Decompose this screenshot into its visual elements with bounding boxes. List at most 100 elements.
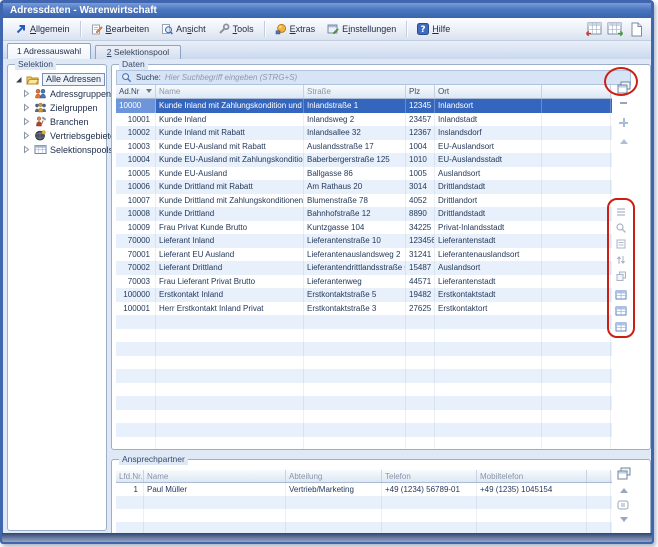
empty-row[interactable] [116,342,612,356]
table-row[interactable]: 10004Kunde EU-Ausland mit Zahlungskondit… [116,153,612,167]
column-header[interactable]: Telefon [382,470,477,482]
table-row[interactable]: 70001Lieferant EU AuslandLieferantenausl… [116,248,612,262]
new-document-icon[interactable] [629,22,643,37]
tree-item-vertriebsgebiete[interactable]: Vertriebsgebiete [22,129,115,142]
empty-cell [304,329,406,343]
tree-item-alle-adressen[interactable]: Alle Adressen [14,73,105,86]
tree-root-label[interactable]: Alle Adressen [42,73,105,86]
search-input[interactable]: Suche: Hier Suchbegriff eingeben (STRG+S… [116,70,631,85]
empty-cell [477,496,587,509]
tree-item-adressgruppen[interactable]: Adressgruppen [22,87,111,100]
table-row[interactable]: 70003Frau Lieferant Privat BruttoLiefera… [116,275,612,289]
cell: Drittlandstadt [435,207,542,221]
expand-icon[interactable] [22,117,31,126]
cell: Kunde Drittland mit Rabatt [156,180,304,194]
table-row[interactable]: 100000Erstkontakt InlandErstkontaktstraß… [116,288,612,302]
column-header[interactable]: Abteilung [286,470,382,482]
empty-row[interactable] [116,383,612,397]
scroll-plus-button[interactable] [618,117,629,128]
copy-icon [615,270,627,282]
grid-sort-button[interactable] [614,253,628,267]
empty-row[interactable] [116,396,612,410]
empty-row[interactable] [116,329,612,343]
empty-cell [304,423,406,437]
empty-cell [542,437,611,450]
grid-view-1-button[interactable] [614,288,628,302]
column-header[interactable]: Ad.Nr [116,85,156,98]
empty-row[interactable] [116,423,612,437]
column-header[interactable]: Ort [435,85,542,98]
scroll-down-button[interactable] [618,515,629,523]
empty-row[interactable] [116,509,612,522]
grid-view-2-button[interactable] [614,304,628,318]
triangle-up-icon [620,488,628,493]
column-header[interactable]: Straße [304,85,406,98]
empty-cell [156,396,304,410]
tree-label: Branchen [50,117,89,127]
resize-grip-button[interactable] [616,499,630,511]
column-header[interactable]: Name [156,85,304,98]
grid-details-button[interactable] [614,237,628,251]
table-row[interactable]: 10003Kunde EU-Ausland mit RabattAuslands… [116,140,612,154]
cell: +49 (1235) 1045154 [477,483,587,496]
empty-row[interactable] [116,369,612,383]
table-row[interactable]: 10001Kunde InlandInlandsweg 223457Inland… [116,113,612,127]
grid-copy-button[interactable] [614,269,628,283]
empty-cell [144,509,286,522]
table-row[interactable]: 100001Herr Erstkontakt Inland PrivatErst… [116,302,612,316]
empty-row[interactable] [116,437,612,450]
table-row[interactable]: 10007Kunde Drittland mit Zahlungskonditi… [116,194,612,208]
table-row[interactable]: 10006Kunde Drittland mit RabattAm Rathau… [116,180,612,194]
tab-selektionspool[interactable]: 2 Selektionspool [95,45,181,59]
table-row[interactable]: 1Paul MüllerVertrieb/Marketing+49 (1234)… [116,483,612,496]
menu-item-einstellungen[interactable]: Einstellungen [321,20,402,38]
menu-item-hilfe[interactable]: ? Hilfe [411,20,456,38]
menu-label: Einstellungen [342,24,396,34]
table-row[interactable]: 10002Kunde Inland mit RabattInlandsallee… [116,126,612,140]
empty-cell [435,329,542,343]
grid-search-button[interactable] [614,221,628,235]
table-row[interactable]: 70002Lieferant DrittlandLieferantendritt… [116,261,612,275]
scroll-up-button[interactable] [618,137,629,145]
empty-row[interactable] [116,315,612,329]
menu-item-bearbeiten[interactable]: Bearbeiten [85,20,156,38]
table-row[interactable]: 70000Lieferant InlandLieferantenstraße 1… [116,234,612,248]
column-chooser-button[interactable] [616,80,632,94]
table-row[interactable]: 10009Frau Privat Kunde BruttoKuntzgasse … [116,221,612,235]
expand-icon[interactable] [22,89,31,98]
menu-item-allgemein[interactable]: Allgemein [9,20,76,38]
column-header[interactable]: Mobiltelefon [477,470,587,482]
grid-list-button[interactable] [614,205,628,219]
tree-item-branchen[interactable]: Branchen [22,115,89,128]
table-row[interactable]: 10000Kunde Inland mit Zahlungskondition … [116,99,612,113]
tabstrip: 1 Adressauswahl 2 Selektionspool [3,41,651,59]
expand-icon[interactable] [22,145,31,154]
grid-view-3-button[interactable] [614,320,628,334]
table-export-icon[interactable] [607,22,624,37]
column-chooser-button[interactable] [616,466,632,480]
collapse-icon[interactable] [14,75,23,84]
menu-item-extras[interactable]: Extras [269,20,322,38]
menu-item-tools[interactable]: Tools [212,20,260,38]
empty-row[interactable] [116,496,612,509]
tree-item-selektionspools[interactable]: Selektionspools [22,143,113,156]
search-icon [121,72,132,83]
empty-row[interactable] [116,410,612,424]
tab-adressauswahl[interactable]: 1 Adressauswahl [7,43,91,59]
table-row[interactable]: 10005Kunde EU-AuslandBallgasse 861005Aus… [116,167,612,181]
column-header[interactable]: Lfd.Nr. [116,470,144,482]
expand-icon[interactable] [22,103,31,112]
cell: 100000 [116,288,156,302]
table-import-icon[interactable] [585,22,602,37]
table-row[interactable]: 10008Kunde DrittlandBahnhofstraße 128890… [116,207,612,221]
scroll-minus-button[interactable] [616,99,630,107]
tree-item-zielgruppen[interactable]: Zielgruppen [22,101,98,114]
empty-row[interactable] [116,356,612,370]
menu-item-ansicht[interactable]: Ansicht [155,20,212,38]
empty-cell [406,423,435,437]
column-header[interactable]: Name [144,470,286,482]
expand-icon[interactable] [22,131,31,140]
column-header[interactable]: Plz [406,85,435,98]
empty-cell [116,329,156,343]
scroll-up-button[interactable] [618,486,629,494]
